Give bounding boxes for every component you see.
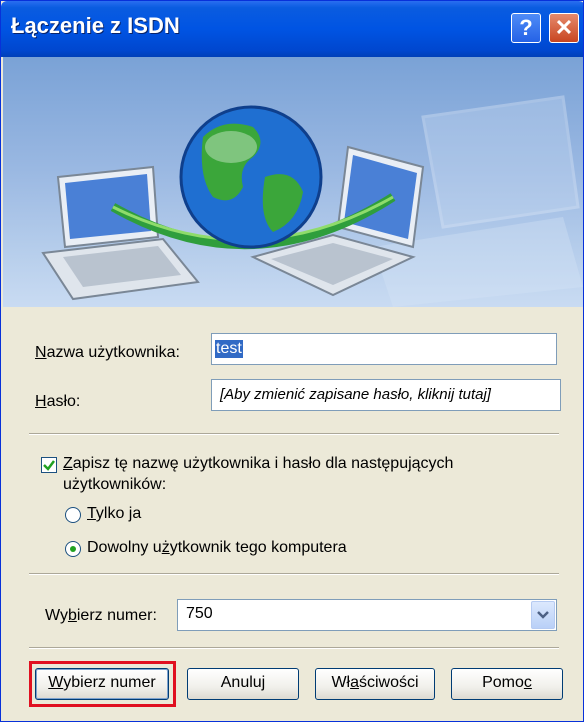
network-illustration xyxy=(41,95,583,307)
save-credentials-checkbox[interactable] xyxy=(41,457,57,473)
radio-only-me[interactable] xyxy=(65,507,81,523)
title-bar[interactable]: Łączenie z ISDN ? ✕ xyxy=(1,1,583,57)
isdn-connect-dialog: Łączenie z ISDN ? ✕ Nazwa użytkownika: t… xyxy=(0,0,584,722)
password-label: Hasło: xyxy=(35,393,81,410)
separator-1 xyxy=(29,433,559,435)
dial-number-combobox[interactable]: 750 xyxy=(177,599,557,631)
cancel-button[interactable]: Anuluj xyxy=(187,668,299,700)
password-placeholder: [Aby zmienić zapisane hasło, kliknij tut… xyxy=(220,386,491,403)
close-icon[interactable]: ✕ xyxy=(549,13,579,43)
help-button[interactable]: Pomoc xyxy=(451,668,563,700)
username-label: Nazwa użytkownika: xyxy=(35,344,180,361)
checkmark-icon xyxy=(43,460,55,471)
dial-number-value: 750 xyxy=(186,605,213,622)
save-credentials-label-line1: Zapisz tę nazwę użytkownika i hasło dla … xyxy=(63,455,454,472)
radio-anyone[interactable] xyxy=(65,541,81,557)
help-icon[interactable]: ? xyxy=(511,13,541,43)
radio-anyone-label: Dowolny użytkownik tego komputera xyxy=(87,539,347,556)
connection-banner-image xyxy=(3,57,583,307)
globe-icon xyxy=(179,105,323,249)
window-title: Łączenie z ISDN xyxy=(11,13,180,38)
dial-number-label: Wybierz numer: xyxy=(45,607,157,624)
radio-only-me-label: Tylko ja xyxy=(87,505,142,522)
radio-selected-dot xyxy=(70,546,76,552)
chevron-down-icon xyxy=(537,611,549,619)
password-field[interactable]: [Aby zmienić zapisane hasło, kliknij tut… xyxy=(211,379,561,411)
properties-button[interactable]: Właściwości xyxy=(315,668,435,700)
dropdown-arrow-button[interactable] xyxy=(531,601,555,629)
dialog-content: Nazwa użytkownika: test Hasło: [Aby zmie… xyxy=(1,307,583,721)
save-credentials-label-line2: użytkowników: xyxy=(63,476,167,493)
username-field[interactable]: test xyxy=(211,333,557,365)
separator-3 xyxy=(29,647,559,649)
username-value: test xyxy=(215,340,243,358)
dial-button[interactable]: Wybierz numer xyxy=(35,668,169,700)
separator-2 xyxy=(29,573,559,575)
